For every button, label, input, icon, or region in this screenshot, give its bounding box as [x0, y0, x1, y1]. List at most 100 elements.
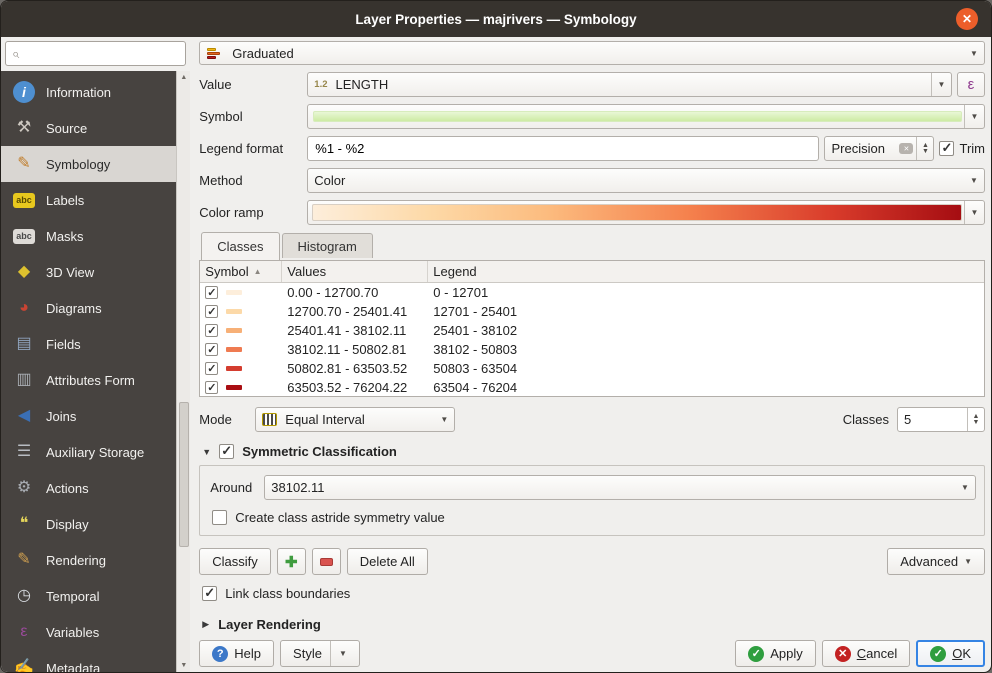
class-visibility-checkbox[interactable] — [205, 324, 218, 337]
chevron-down-icon[interactable]: ▼ — [964, 105, 984, 128]
style-button[interactable]: Style ▼ — [280, 640, 360, 667]
mode-select[interactable]: Equal Interval ▼ — [255, 407, 455, 432]
class-values[interactable]: 63503.52 - 76204.22 — [282, 380, 428, 395]
class-values[interactable]: 25401.41 - 38102.11 — [282, 323, 428, 338]
link-class-boundaries-checkbox[interactable] — [202, 586, 217, 601]
class-color-swatch[interactable] — [226, 366, 242, 371]
class-row[interactable]: 50802.81 - 63503.52 50803 - 63504 — [200, 359, 984, 378]
class-visibility-checkbox[interactable] — [205, 362, 218, 375]
classes-spinbox[interactable]: 5 ▲▼ — [897, 407, 985, 432]
close-icon[interactable]: ✕ — [956, 8, 978, 30]
apply-button[interactable]: ✓ Apply — [735, 640, 816, 667]
sidebar-item[interactable]: ⚒ Source — [1, 110, 176, 146]
class-row[interactable]: 0.00 - 12700.70 0 - 12701 — [200, 283, 984, 302]
symbol-label: Symbol — [199, 109, 307, 124]
auxiliary-storage-icon: ☰ — [13, 441, 35, 463]
value-field-select[interactable]: 1.2 LENGTH ▼ — [307, 72, 952, 97]
class-row[interactable]: 12700.70 - 25401.41 12701 - 25401 — [200, 302, 984, 321]
sidebar-item[interactable]: ⚙ Actions — [1, 470, 176, 506]
class-visibility-checkbox[interactable] — [205, 381, 218, 394]
masks-icon: abc — [13, 229, 35, 244]
scroll-down-icon[interactable]: ▼ — [180, 659, 187, 672]
spin-arrows[interactable]: ▲▼ — [967, 408, 984, 431]
sidebar-item[interactable]: ✍ Metadata — [1, 650, 176, 672]
ok-button[interactable]: ✓ OK — [916, 640, 985, 667]
symmetric-classification-checkbox[interactable] — [219, 444, 234, 459]
class-color-swatch[interactable] — [226, 328, 242, 333]
class-color-swatch[interactable] — [226, 385, 242, 390]
class-row[interactable]: 38102.11 - 50802.81 38102 - 50803 — [200, 340, 984, 359]
class-values[interactable]: 0.00 - 12700.70 — [282, 285, 428, 300]
sidebar-item[interactable]: ◕ Diagrams — [1, 290, 176, 326]
class-row[interactable]: 25401.41 - 38102.11 25401 - 38102 — [200, 321, 984, 340]
tab[interactable]: Classes — [201, 232, 279, 260]
advanced-button[interactable]: Advanced ▼ — [887, 548, 985, 575]
scrollbar-thumb[interactable] — [179, 402, 189, 547]
sidebar-item[interactable]: ☰ Auxiliary Storage — [1, 434, 176, 470]
class-legend[interactable]: 25401 - 38102 — [428, 323, 984, 338]
around-select[interactable]: 38102.11 ▼ — [264, 475, 976, 500]
class-visibility-checkbox[interactable] — [205, 343, 218, 356]
method-select[interactable]: Color ▼ — [307, 168, 985, 193]
legend-format-input[interactable] — [307, 136, 819, 161]
class-values[interactable]: 50802.81 - 63503.52 — [282, 361, 428, 376]
astride-checkbox[interactable] — [212, 510, 227, 525]
tab[interactable]: Histogram — [282, 233, 373, 258]
class-legend[interactable]: 12701 - 25401 — [428, 304, 984, 319]
column-values[interactable]: Values — [282, 261, 428, 282]
class-color-swatch[interactable] — [226, 347, 242, 352]
classes-table: Symbol ▲ Values Legend — [199, 260, 985, 397]
class-legend[interactable]: 38102 - 50803 — [428, 342, 984, 357]
class-legend[interactable]: 63504 - 76204 — [428, 380, 984, 395]
add-class-button[interactable]: ✚ — [277, 548, 306, 575]
sidebar-item[interactable]: ◷ Temporal — [1, 578, 176, 614]
delete-all-button[interactable]: Delete All — [347, 548, 428, 575]
class-visibility-checkbox[interactable] — [205, 286, 218, 299]
remove-class-button[interactable] — [312, 548, 341, 575]
help-button[interactable]: ? Help — [199, 640, 274, 667]
column-legend[interactable]: Legend — [428, 261, 984, 282]
trim-checkbox[interactable] — [939, 141, 954, 156]
chevron-down-icon: ▼ — [330, 641, 347, 666]
search-input[interactable] — [24, 47, 179, 61]
sidebar-item[interactable]: ▤ Fields — [1, 326, 176, 362]
scroll-up-icon[interactable]: ▲ — [180, 71, 187, 84]
collapsed-triangle-icon[interactable]: ▶ — [202, 619, 209, 630]
collapse-triangle-icon[interactable]: ▼ — [202, 447, 211, 457]
sidebar-item[interactable]: ε Variables — [1, 614, 176, 650]
layer-rendering-section[interactable]: ▶ Layer Rendering — [199, 617, 985, 632]
class-visibility-checkbox[interactable] — [205, 305, 218, 318]
color-ramp-button[interactable]: ▼ — [307, 200, 985, 225]
class-row[interactable]: 63503.52 - 76204.22 63504 - 76204 — [200, 378, 984, 397]
sidebar-item[interactable]: ▥ Attributes Form — [1, 362, 176, 398]
sidebar-item[interactable]: abc Masks — [1, 218, 176, 254]
sidebar-item[interactable]: ❝ Display — [1, 506, 176, 542]
class-values[interactable]: 12700.70 - 25401.41 — [282, 304, 428, 319]
cancel-button[interactable]: ✕ Cancel — [822, 640, 910, 667]
class-color-swatch[interactable] — [226, 290, 242, 295]
class-legend[interactable]: 0 - 12701 — [428, 285, 984, 300]
column-symbol[interactable]: Symbol ▲ — [200, 261, 282, 282]
sidebar-item[interactable]: i Information — [1, 74, 176, 110]
sidebar-scrollbar[interactable]: ▲ ▼ — [176, 71, 190, 672]
sidebar-item[interactable]: ✎ Rendering — [1, 542, 176, 578]
class-color-swatch[interactable] — [226, 309, 242, 314]
astride-label: Create class astride symmetry value — [235, 510, 445, 525]
sidebar-item[interactable]: abc Labels — [1, 182, 176, 218]
spin-arrows[interactable]: ▲▼ — [916, 137, 933, 160]
chevron-down-icon[interactable]: ▼ — [964, 201, 984, 224]
clear-icon[interactable]: ✕ — [899, 143, 913, 154]
expression-builder-button[interactable]: ε — [957, 72, 985, 97]
symbol-button[interactable]: ▼ — [307, 104, 985, 129]
sidebar-item[interactable]: ◆ 3D View — [1, 254, 176, 290]
class-values[interactable]: 38102.11 - 50802.81 — [282, 342, 428, 357]
precision-spinbox[interactable]: Precision ✕ ▲▼ — [824, 136, 934, 161]
search-box[interactable]: ⌕ — [5, 41, 186, 66]
classify-button[interactable]: Classify — [199, 548, 271, 575]
mode-label: Mode — [199, 412, 255, 427]
renderer-select[interactable]: Graduated ▼ — [199, 41, 985, 65]
class-legend[interactable]: 50803 - 63504 — [428, 361, 984, 376]
sidebar-item[interactable]: ✎ Symbology — [1, 146, 176, 182]
sidebar-item[interactable]: ◀ Joins — [1, 398, 176, 434]
sidebar-item-label: Actions — [46, 481, 89, 496]
